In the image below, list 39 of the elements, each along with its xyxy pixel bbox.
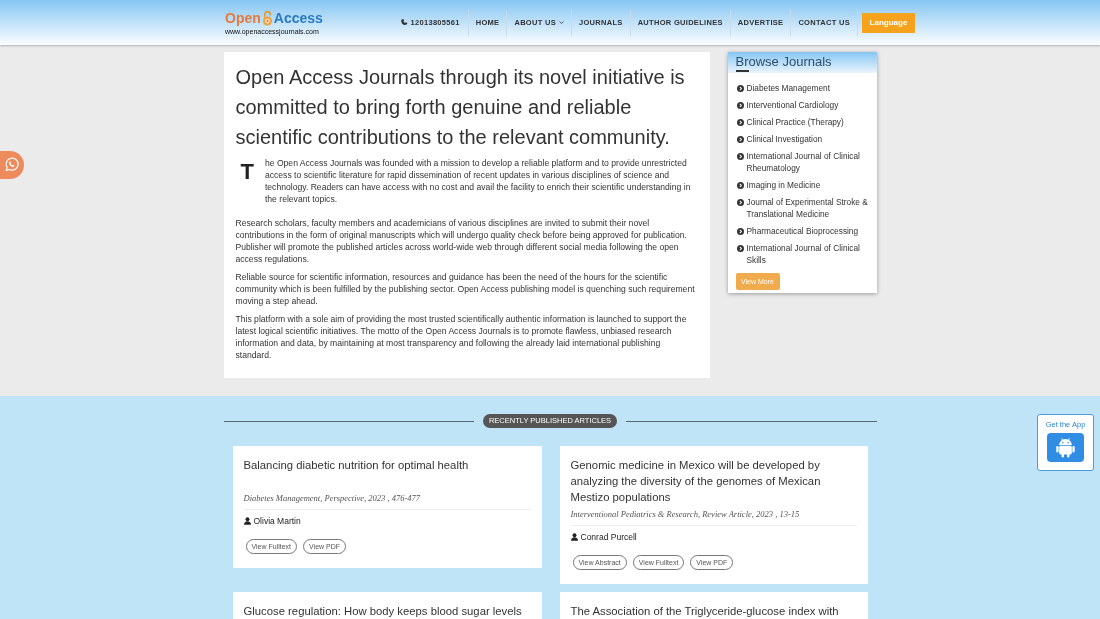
chevron-circle-icon <box>736 152 744 160</box>
drop-cap: T <box>240 161 254 183</box>
chevron-circle-icon <box>736 181 744 189</box>
caret-icon <box>559 21 564 24</box>
journal-link[interactable]: Diabetes Management <box>736 82 871 94</box>
padlock-icon <box>261 9 273 26</box>
article-title[interactable]: Genomic medicine in Mexico will be developed by analyzing the diversity of the genomes of Mexican Mestizo populations <box>570 457 857 505</box>
intro-paragraph: Research scholars, faculty members and academicians of various disciplines are invited to submit their novel contributions in the form of original manuscripts which will undergo quality check before being approved for publication. Publisher will promote the published articles across world-wide web through different social media following the open access regulations. <box>235 217 688 265</box>
article-citation: Interventional Pediatrics & Research, Review Article, 2023 , 13-15 <box>570 508 801 520</box>
journal-link[interactable]: Journal of Experimental Stroke & Translational Medicine <box>736 196 871 220</box>
chevron-circle-icon <box>736 198 744 206</box>
author-name: Conrad Purcell <box>580 531 637 543</box>
user-icon <box>243 517 251 525</box>
article-title[interactable]: Balancing diabetic nutrition for optimal health <box>243 457 531 489</box>
journal-link[interactable]: Pharmaceutical Bioprocessing <box>736 225 871 237</box>
article-title[interactable]: Glucose regulation: How body keeps blood sugar levels <box>243 603 531 619</box>
author-name: Olivia Martin <box>253 515 301 527</box>
chevron-circle-icon <box>736 135 744 143</box>
panel-title: Browse Journals <box>735 53 833 70</box>
journal-link[interactable]: International Journal of Clinical Skills <box>736 242 871 266</box>
page-heading: Open Access Journals through its novel initiative is committed to bring forth genuine and reliable scientific contributions to the relevant community. <box>235 65 686 150</box>
journal-link[interactable]: Imaging in Medicine <box>736 179 871 191</box>
chevron-circle-icon <box>736 244 744 252</box>
journal-link[interactable]: Clinical Practice (Therapy) <box>736 116 871 128</box>
chevron-circle-icon <box>736 118 744 126</box>
robot-icon <box>1047 433 1084 462</box>
phone-icon <box>400 19 408 26</box>
article-title[interactable]: The Association of the Triglyceride-glucose index with <box>570 603 857 619</box>
chevron-circle-icon <box>736 227 744 235</box>
chevron-circle-icon <box>736 101 744 109</box>
article-citation: Diabetes Management, Perspective, 2023 , 476-477 <box>243 492 422 504</box>
journal-link[interactable]: Clinical Investigation <box>736 133 871 145</box>
intro-paragraph: Reliable source for scientific information, resources and guidance has been the need of the hours for the scientific community which is been fulfilled by the publishing sector. Open Access publishing model is quenching such requirement moving a step ahead. <box>235 271 696 307</box>
intro-paragraph: he Open Access Journals was founded with a mission to develop a reliable platform and to provide unrestricted access to scientific literature for rapid dissemination of recent updates in various disciplines of science and technology. Readers can have access with no cost and avail the facility to enrich their scientific understanding in the relevant topics. <box>264 157 692 205</box>
chevron-circle-icon <box>736 84 744 92</box>
journal-link[interactable]: International Journal of Clinical Rheumatology <box>736 150 871 174</box>
user-icon <box>570 533 578 541</box>
intro-paragraph: This platform with a sole aim of providing the most trusted scientifically authentic information is launched to support the latest logical scientific initiatives. The motto of the Open Access Journals is to promote flawless, unbiased research information and data, by maintaining at most transparency and following the already laid international publishing standard. <box>235 313 688 361</box>
journal-link[interactable]: Interventional Cardiology <box>736 99 871 111</box>
